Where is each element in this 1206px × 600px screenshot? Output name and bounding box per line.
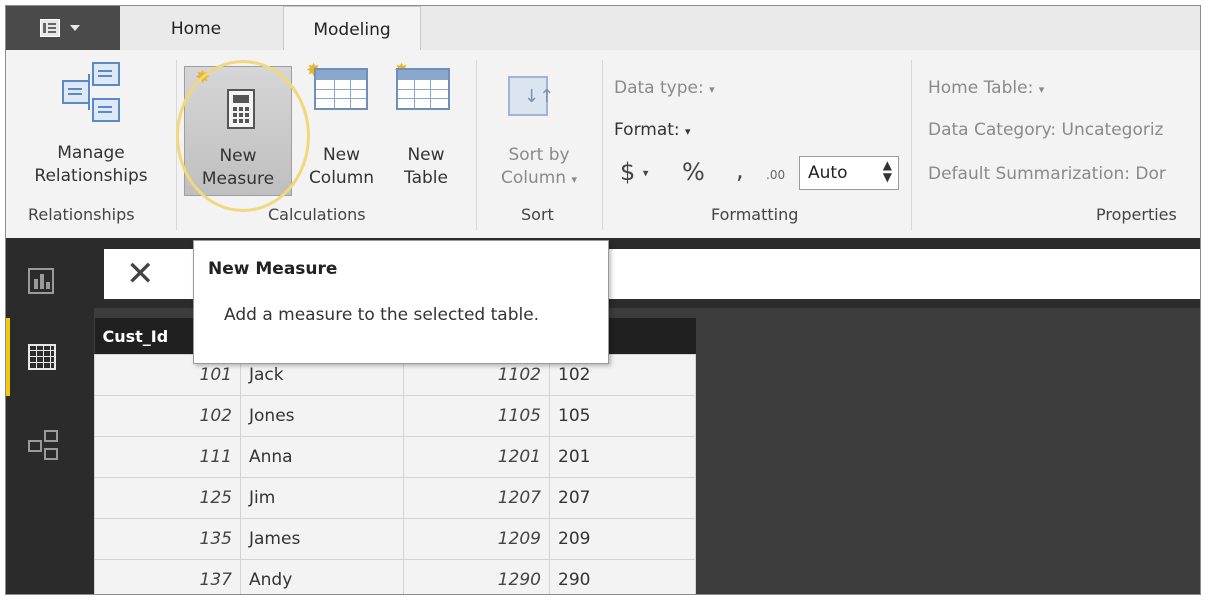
tab-home[interactable]: Home [156, 6, 236, 50]
table-cell[interactable]: 1105 [403, 395, 550, 437]
table-cell[interactable]: Jones [240, 395, 404, 437]
table-cell[interactable]: 102 [94, 395, 241, 437]
table-row: 102 Jones 1105 105 [94, 395, 696, 437]
table-cell[interactable]: 137 [94, 559, 241, 594]
new-column-button[interactable]: ✸ New Column [294, 62, 389, 192]
table-cell[interactable]: 135 [94, 518, 241, 560]
percent-button[interactable]: % [682, 158, 705, 186]
table-cell[interactable]: 1201 [403, 436, 550, 478]
sort-by-column-button[interactable]: Sort by Column ▾ [484, 62, 594, 192]
dropdown-caret-icon: ▾ [709, 83, 715, 96]
data-view-icon[interactable] [28, 344, 56, 370]
spinner-icon[interactable]: ▲ ▼ [883, 159, 892, 183]
manage-relationships-label: Manage Relationships [34, 143, 148, 186]
table-cell[interactable]: Anna [240, 436, 404, 478]
tooltip-title: New Measure [208, 259, 338, 279]
table-row: 137 Andy 1290 290 [94, 559, 696, 594]
table-cell[interactable]: Andy [240, 559, 404, 594]
ribbon-tab-strip: Home Modeling [6, 6, 1200, 51]
table-cell[interactable]: 290 [549, 559, 696, 594]
sort-icon [508, 76, 554, 116]
group-divider [911, 60, 912, 230]
table-column-icon [314, 68, 368, 110]
data-category-dropdown[interactable]: Data Category: Uncategoriz [928, 120, 1163, 140]
table-cell[interactable]: 111 [94, 436, 241, 478]
ribbon: Manage Relationships Relationships ✸ New… [6, 50, 1200, 238]
dropdown-caret-icon: ▾ [1038, 83, 1045, 96]
decimal-places-icon[interactable]: .00 [766, 168, 785, 182]
report-view-icon[interactable] [28, 268, 54, 294]
formatting-group-label: Formatting [711, 205, 799, 224]
default-summarization-dropdown[interactable]: Default Summarization: Dor [928, 164, 1166, 184]
table-cell[interactable]: 201 [549, 436, 696, 478]
format-dropdown[interactable]: Format: ▾ [614, 120, 691, 140]
table-cell[interactable]: James [240, 518, 404, 560]
comma-button[interactable]: , [736, 156, 744, 184]
active-view-indicator [6, 318, 10, 396]
power-bi-window: Home Modeling Manage Relationships Relat… [5, 5, 1201, 595]
table-cell[interactable]: 207 [549, 477, 696, 519]
table-cell[interactable]: 1209 [403, 518, 550, 560]
data-type-dropdown[interactable]: Data type: ▾ [614, 78, 715, 98]
currency-button[interactable]: $ ▾ [620, 158, 648, 186]
dropdown-caret-icon [70, 25, 80, 31]
table-cell[interactable]: 125 [94, 477, 241, 519]
sort-by-column-label: Sort by Column ▾ [500, 145, 578, 188]
group-divider [602, 60, 603, 230]
table-cell[interactable]: 209 [549, 518, 696, 560]
decimal-places-input[interactable]: Auto ▲ ▼ [799, 156, 899, 190]
group-divider [476, 60, 477, 230]
new-column-label: New Column [308, 145, 375, 188]
new-table-button[interactable]: ✸ New Table [386, 62, 466, 192]
new-measure-tooltip: New Measure Add a measure to the selecte… [193, 240, 609, 364]
new-table-label: New Table [404, 145, 448, 188]
table-row: 135 James 1209 209 [94, 518, 696, 560]
dropdown-caret-icon: ▾ [685, 125, 691, 138]
table-row: 111 Anna 1201 201 [94, 436, 696, 478]
relationships-icon [62, 62, 132, 122]
document-icon [40, 19, 60, 37]
manage-relationships-button[interactable]: Manage Relationships [16, 56, 166, 196]
table-cell[interactable]: 1290 [403, 559, 550, 594]
table-cell[interactable]: Jim [240, 477, 404, 519]
dropdown-caret-icon: ▾ [642, 166, 649, 180]
highlight-circle [176, 60, 310, 212]
close-icon[interactable]: ✕ [126, 254, 155, 294]
calculations-group-label: Calculations [268, 205, 366, 224]
relationships-group-label: Relationships [28, 205, 135, 224]
tooltip-body: Add a measure to the selected table. [224, 305, 540, 325]
table-row: 125 Jim 1207 207 [94, 477, 696, 519]
table-icon [396, 68, 450, 110]
relationship-view-icon[interactable] [28, 430, 58, 460]
tab-modeling[interactable]: Modeling [283, 6, 421, 51]
sort-group-label: Sort [521, 205, 554, 224]
properties-group-label: Properties [1096, 205, 1177, 224]
view-sidebar [6, 238, 94, 594]
table-cell[interactable]: 105 [549, 395, 696, 437]
table-cell[interactable]: 1207 [403, 477, 550, 519]
file-menu-button[interactable] [6, 6, 120, 50]
home-table-dropdown[interactable]: Home Table: ▾ [928, 78, 1044, 98]
